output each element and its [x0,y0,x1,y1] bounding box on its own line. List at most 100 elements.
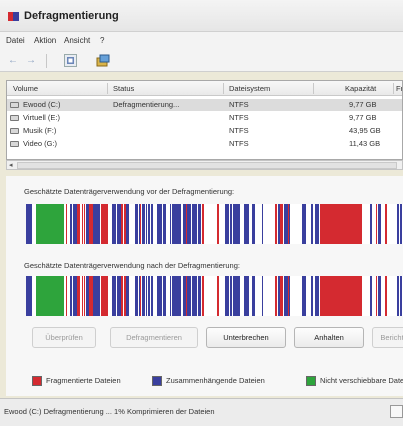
cluster-stripe [178,204,180,244]
cluster-stripe [263,276,267,316]
cluster-stripe [373,276,375,316]
volume-name: Ewood (C:) [23,100,61,109]
analyze-button[interactable]: Überprüfen [32,327,96,348]
cluster-stripe [127,276,129,316]
column-status[interactable]: Status [113,84,134,93]
cluster-stripe [236,204,240,244]
column-divider[interactable] [107,83,108,94]
disk-usage-after-bar [26,276,403,316]
column-volume[interactable]: Volume [13,84,38,93]
cluster-stripe [244,204,245,244]
cluster-stripe [178,276,180,316]
help-icon-graphic [96,54,110,67]
pause-button[interactable]: Unterbrechen [206,327,286,348]
disk-usage-before-bar [26,204,403,244]
menu-aktion[interactable]: Aktion [34,36,56,45]
cluster-stripe [400,204,402,244]
cluster-stripe [195,276,197,316]
cluster-stripe [112,204,114,244]
column-divider[interactable] [393,83,394,94]
cluster-stripe [105,204,108,244]
cluster-stripe [186,204,187,244]
stop-button[interactable]: Anhalten [294,327,364,348]
volume-row[interactable]: Musik (F:) NTFS 43,95 GB [7,125,402,137]
cluster-stripe [109,276,112,316]
cluster-stripe [89,204,93,244]
drive-icon [10,102,19,108]
cluster-stripe [202,204,204,244]
column-divider[interactable] [313,83,314,94]
cluster-stripe [130,204,134,244]
cluster-stripe [126,204,127,244]
cluster-stripe [117,276,121,316]
menu-ansicht[interactable]: Ansicht [64,36,90,45]
cluster-stripe [252,276,255,316]
cluster-block [32,276,34,316]
volume-filesystem: NTFS [229,113,249,122]
cluster-stripe [73,276,76,316]
cluster-stripe [68,204,69,244]
cluster-stripe [148,276,150,316]
cluster-stripe [154,276,156,316]
properties-icon[interactable] [64,54,77,67]
volume-row[interactable]: Virtuell (E:) NTFS 9,77 GB [7,112,402,124]
cluster-stripe [388,276,389,316]
cluster-stripe [199,204,201,244]
cluster-stripe [172,204,176,244]
cluster-stripe [66,276,67,316]
drive-icon [10,115,19,121]
cluster-stripe [366,276,369,316]
cluster-stripe [161,276,162,316]
cluster-stripe [170,276,171,316]
scroll-left-icon[interactable]: ◂ [9,161,13,169]
column-free[interactable]: Fr [396,84,402,93]
cluster-stripe [100,204,101,244]
cluster-stripe [199,276,201,316]
report-button[interactable]: Bericht [372,327,403,348]
cluster-stripe [161,204,162,244]
column-filesystem[interactable]: Dateisystem [229,84,270,93]
cluster-stripe [292,276,294,316]
cluster-stripe [101,204,105,244]
cluster-stripe [163,204,166,244]
cluster-stripe [80,276,81,316]
legend-label: Nicht verschiebbare Dateien [320,376,403,385]
volume-list-header: Volume Status Dateisystem Kapazität Fr [7,81,402,96]
cluster-stripe [288,204,289,244]
cluster-stripe [225,204,229,244]
volume-row[interactable]: Ewood (C:) Defragmentierung... NTFS 9,77… [7,99,402,111]
cluster-stripe [267,276,271,316]
column-divider[interactable] [223,83,224,94]
menu-datei[interactable]: Datei [6,36,25,45]
defragment-button[interactable]: Defragmentieren [110,327,198,348]
cluster-stripe [397,276,399,316]
cluster-stripe [262,204,263,244]
cluster-stripe [146,204,147,244]
menu-help[interactable]: ? [100,36,104,45]
volume-row[interactable]: Video (G:) NTFS 11,43 GB [7,138,402,150]
help-icon[interactable] [96,54,110,67]
window-title: Defragmentierung [24,10,119,22]
forward-arrow-icon[interactable]: → [24,54,38,68]
before-defrag-label: Geschätzte Datenträgerverwendung vor der… [24,187,235,196]
cluster-stripe [370,276,372,316]
legend-contiguous: Zusammenhängende Dateien [152,375,292,387]
cluster-stripe [241,204,243,244]
cluster-stripe [70,276,72,316]
cluster-stripe [93,276,96,316]
cluster-stripe [280,276,283,316]
horizontal-scrollbar[interactable]: ◂ [6,160,403,170]
cluster-block [36,204,64,244]
cluster-stripe [376,276,377,316]
volume-filesystem: NTFS [229,100,249,109]
cluster-stripe [259,276,261,316]
cluster-stripe [70,204,72,244]
cluster-stripe [382,276,384,316]
back-arrow-icon[interactable]: ← [6,54,20,68]
volume-capacity: 11,43 GB [349,139,381,148]
cluster-stripe [271,276,273,316]
scroll-thumb[interactable] [17,162,397,169]
column-capacity[interactable]: Kapazität [345,84,376,93]
cluster-stripe [313,276,314,316]
title-bar: Defragmentierung [0,0,403,32]
